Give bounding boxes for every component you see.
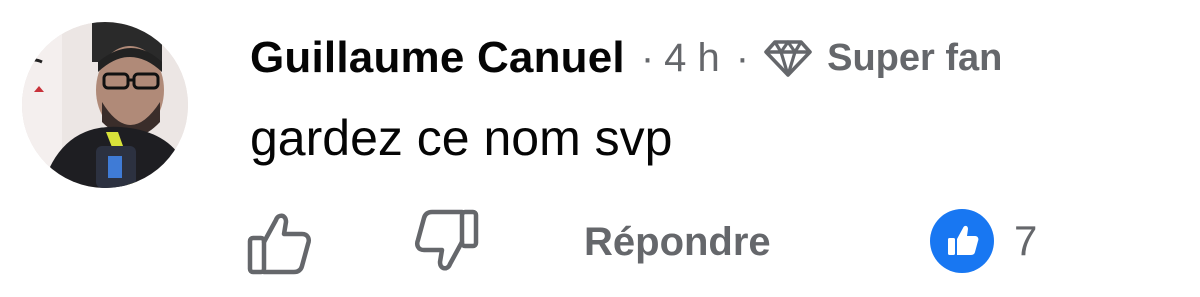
reply-button[interactable]: Répondre <box>584 214 771 270</box>
comment-header: Guillaume Canuel · 4 h · Super fan <box>250 30 1002 86</box>
comment-text: gardez ce nom svp <box>250 110 673 166</box>
author-name[interactable]: Guillaume Canuel <box>250 33 625 83</box>
thumbs-up-outline-icon <box>247 213 311 275</box>
comment-actions: Répondre 7 <box>0 200 1200 280</box>
super-fan-badge: Super fan <box>827 36 1003 79</box>
reaction-count: 7 <box>1014 217 1038 264</box>
dislike-button[interactable] <box>410 206 482 278</box>
diamond-icon <box>763 38 813 78</box>
avatar-photo <box>22 22 188 188</box>
thumbs-down-outline-icon <box>415 209 479 271</box>
reaction-summary[interactable]: 7 <box>930 208 1037 274</box>
separator-dot: · <box>640 36 655 80</box>
avatar[interactable] <box>22 22 188 188</box>
like-reaction-icon <box>930 209 994 273</box>
separator-dot: · <box>735 36 750 80</box>
like-button[interactable] <box>244 206 316 278</box>
comment-time[interactable]: 4 h <box>664 36 720 81</box>
